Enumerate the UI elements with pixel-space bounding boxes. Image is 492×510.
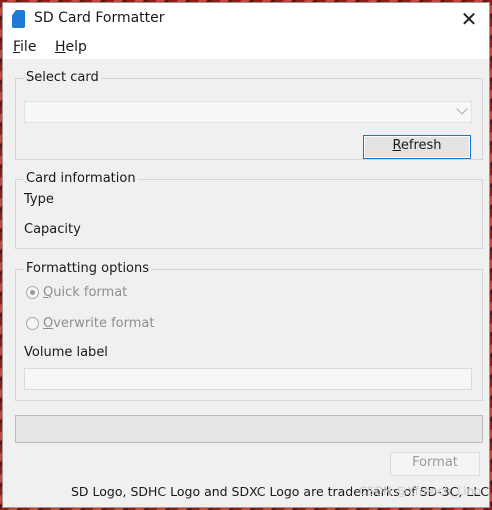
capacity-label: Capacity — [24, 222, 81, 237]
radio-checked-icon — [26, 286, 39, 299]
menu-help-label: elp — [65, 39, 87, 55]
card-select-dropdown[interactable] — [24, 101, 472, 123]
select-card-label: Select card — [24, 70, 101, 85]
overwrite-format-accel: O — [43, 316, 54, 331]
menu-help-accel: H — [55, 39, 66, 55]
refresh-accel: R — [392, 138, 401, 153]
watermark-text: CSDN @Xfrench_Lino — [359, 484, 481, 498]
sd-card-icon — [12, 10, 25, 28]
close-button[interactable]: ✕ — [457, 7, 481, 31]
quick-format-radio[interactable]: Quick format — [26, 285, 127, 300]
refresh-button[interactable]: Refresh — [363, 135, 471, 159]
type-label: Type — [24, 192, 54, 207]
close-icon: ✕ — [460, 7, 478, 31]
app-window: SD Card Formatter ✕ File Help Select car… — [2, 2, 490, 508]
radio-unchecked-icon — [26, 317, 39, 330]
overwrite-format-label: verwrite format — [53, 316, 155, 331]
volume-label-input[interactable] — [24, 368, 472, 390]
formatting-options-group: Formatting options Quick format Overwrit… — [15, 261, 483, 401]
card-information-group: Card information Type Capacity — [15, 171, 483, 249]
title-bar: SD Card Formatter ✕ — [3, 3, 489, 35]
card-information-label: Card information — [24, 171, 138, 186]
menu-file-accel: F — [13, 39, 21, 55]
progress-bar — [15, 415, 483, 443]
quick-format-label: uick format — [53, 285, 128, 300]
window-title: SD Card Formatter — [34, 10, 165, 26]
overwrite-format-radio[interactable]: Overwrite format — [26, 316, 154, 331]
menu-file-label: ile — [20, 39, 37, 55]
menu-help[interactable]: Help — [55, 39, 87, 55]
quick-format-accel: Q — [43, 285, 54, 300]
select-card-group: Select card Refresh — [15, 70, 483, 160]
menu-file[interactable]: File — [13, 39, 36, 55]
format-button[interactable]: Format — [390, 452, 480, 476]
refresh-label: efresh — [400, 138, 442, 153]
formatting-options-label: Formatting options — [24, 261, 152, 276]
chevron-down-icon — [456, 103, 468, 115]
volume-label-caption: Volume label — [24, 345, 108, 360]
menu-bar: File Help — [3, 35, 489, 59]
